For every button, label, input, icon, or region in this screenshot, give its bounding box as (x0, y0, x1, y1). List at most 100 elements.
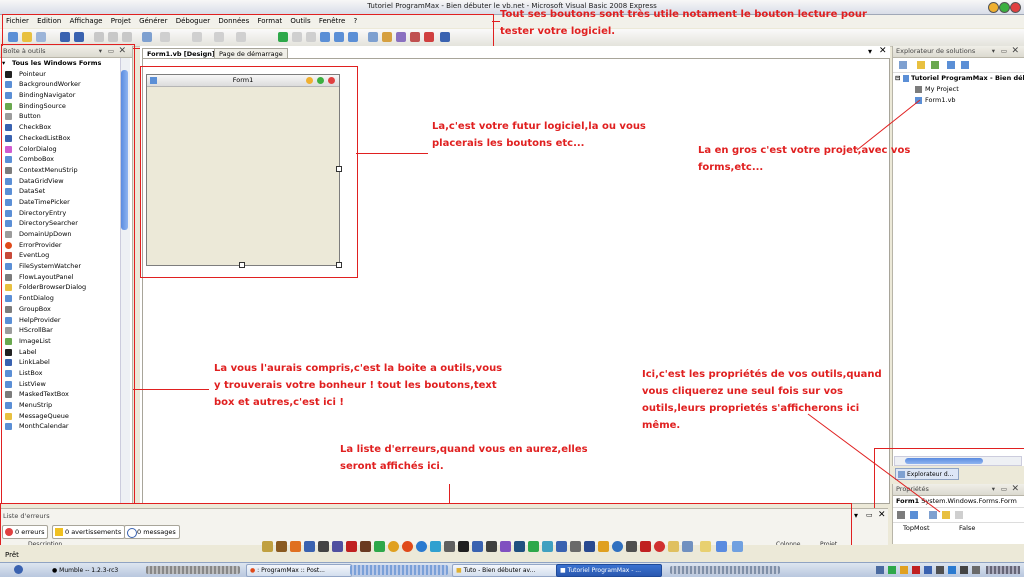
app-icon[interactable] (402, 541, 413, 552)
chevron-down-icon[interactable]: ▾ (868, 47, 872, 56)
app-icon[interactable] (570, 541, 581, 552)
clock-blurred[interactable] (986, 566, 1020, 574)
taskbar-blurred-item[interactable] (670, 566, 780, 574)
chevron-down-icon[interactable]: ▾ (992, 46, 995, 57)
app-icon[interactable] (290, 541, 301, 552)
taskbar-item[interactable]: ● Mumble -- 1.2.3-rc3 (48, 564, 152, 577)
app-icon[interactable] (528, 541, 539, 552)
app-icon[interactable] (654, 541, 665, 552)
app-icon[interactable] (682, 541, 693, 552)
chevron-down-icon[interactable]: ▾ (854, 511, 858, 520)
view-designer-icon[interactable] (961, 61, 969, 69)
close-icon[interactable]: ✕ (879, 46, 887, 56)
tree-item-label: Form1.vb (925, 96, 956, 104)
vb-icon: ■ (560, 567, 566, 574)
view-code-icon[interactable] (947, 61, 955, 69)
app-icon[interactable] (514, 541, 525, 552)
form-file-icon (915, 97, 922, 104)
app-icon[interactable] (388, 541, 399, 552)
close-icon[interactable] (1010, 2, 1021, 13)
solution-title: Explorateur de solutions (896, 47, 976, 55)
annotation-line-toolbar (492, 21, 500, 22)
app-icon[interactable] (612, 541, 623, 552)
refresh-icon[interactable] (931, 61, 939, 69)
tree-item[interactable]: Form1.vb (893, 95, 1024, 106)
collapse-icon[interactable]: ⊟ (895, 73, 900, 84)
project-name: Tutoriel ProgramMax - Bien déb (911, 74, 1024, 82)
tree-item-label: My Project (925, 85, 959, 93)
app-icon[interactable] (732, 541, 743, 552)
tree-project[interactable]: ⊟ Tutoriel ProgramMax - Bien déb (893, 73, 1024, 84)
close-icon[interactable]: ✕ (878, 510, 886, 520)
app-icon[interactable] (304, 541, 315, 552)
tray-icon[interactable] (972, 566, 980, 574)
annotation-box-form (140, 66, 358, 278)
volume-icon[interactable] (960, 566, 968, 574)
app-icon[interactable] (598, 541, 609, 552)
annotation-toolbox-text: La vous l'aurais compris,c'est la boite … (214, 363, 503, 408)
taskbar-item[interactable]: ■ Tuto - Bien débuter av... (452, 564, 558, 577)
folder-icon: ■ (456, 567, 462, 574)
app-icon[interactable] (500, 541, 511, 552)
status-text: Prêt (5, 551, 19, 559)
app-icon[interactable] (318, 541, 329, 552)
annotation-form-text: La,c'est votre futur logiciel,la ou vous… (432, 121, 646, 149)
app-icon[interactable] (626, 541, 637, 552)
app-icon[interactable] (276, 541, 287, 552)
app-icon[interactable] (332, 541, 343, 552)
app-icon[interactable] (556, 541, 567, 552)
show-all-icon[interactable] (917, 61, 925, 69)
properties-icon[interactable] (899, 61, 907, 69)
app-icon[interactable] (346, 541, 357, 552)
tray-icon[interactable] (900, 566, 908, 574)
app-icon[interactable] (374, 541, 385, 552)
app-icon[interactable] (486, 541, 497, 552)
annotation-line-toolbox (133, 389, 209, 390)
app-icon[interactable] (584, 541, 595, 552)
apple-icon[interactable] (14, 565, 23, 574)
my-project-icon (915, 86, 922, 93)
system-tray (876, 565, 1022, 575)
annotation-errors-text: La liste d'erreurs,quand vous en aurez,e… (340, 444, 588, 472)
solution-toolbar (893, 58, 1024, 73)
app-icon[interactable] (416, 541, 427, 552)
annotation-solution-text: La en gros c'est votre projet,avec vos f… (698, 145, 911, 173)
taskbar-item-label: : ProgramMax :: Post... (257, 567, 325, 574)
app-icon[interactable] (262, 541, 273, 552)
app-icon[interactable] (542, 541, 553, 552)
tray-icon[interactable] (876, 566, 884, 574)
tray-icon[interactable] (888, 566, 896, 574)
chrome-icon: ● (250, 567, 256, 574)
app-icon[interactable] (716, 541, 727, 552)
tray-icon[interactable] (924, 566, 932, 574)
annotation-box-toolbox (1, 44, 135, 504)
app-icon[interactable] (668, 541, 679, 552)
app-icon[interactable] (458, 541, 469, 552)
status-bar: Prêt (0, 545, 1024, 562)
taskbar-item[interactable]: ● : ProgramMax :: Post... (246, 564, 352, 577)
pin-icon[interactable]: ▭ (1001, 46, 1007, 57)
pin-icon[interactable]: ▭ (866, 511, 873, 519)
close-icon[interactable]: ✕ (1011, 46, 1019, 57)
maximize-icon[interactable] (999, 2, 1010, 13)
app-icon[interactable] (640, 541, 651, 552)
app-icon[interactable] (360, 541, 371, 552)
solution-header: Explorateur de solutions ✕ ▭ ▾ (893, 46, 1024, 58)
app-icon[interactable] (472, 541, 483, 552)
taskbar-blurred-item[interactable] (146, 566, 240, 574)
minimize-icon[interactable] (988, 2, 999, 13)
app-icon[interactable] (444, 541, 455, 552)
tray-icon[interactable] (912, 566, 920, 574)
taskbar-item-active[interactable]: ■ Tutoriel ProgramMax - ... (556, 564, 662, 577)
tray-icon[interactable] (948, 566, 956, 574)
app-icon[interactable] (430, 541, 441, 552)
annotation-line-errors (449, 484, 450, 504)
tree-item[interactable]: My Project (893, 84, 1024, 95)
taskbar: ● Mumble -- 1.2.3-rc3 ● : ProgramMax :: … (0, 562, 1024, 577)
taskbar-item-label: Tutoriel ProgramMax - ... (567, 567, 641, 574)
app-icon[interactable] (700, 541, 711, 552)
tray-icon[interactable] (936, 566, 944, 574)
annotation-properties-text: Ici,c'est les propriétés de vos outils,q… (642, 369, 882, 431)
taskbar-blurred-item[interactable] (350, 565, 448, 575)
solution-explorer-panel: Explorateur de solutions ✕ ▭ ▾ ⊟ Tutorie… (892, 46, 1024, 466)
